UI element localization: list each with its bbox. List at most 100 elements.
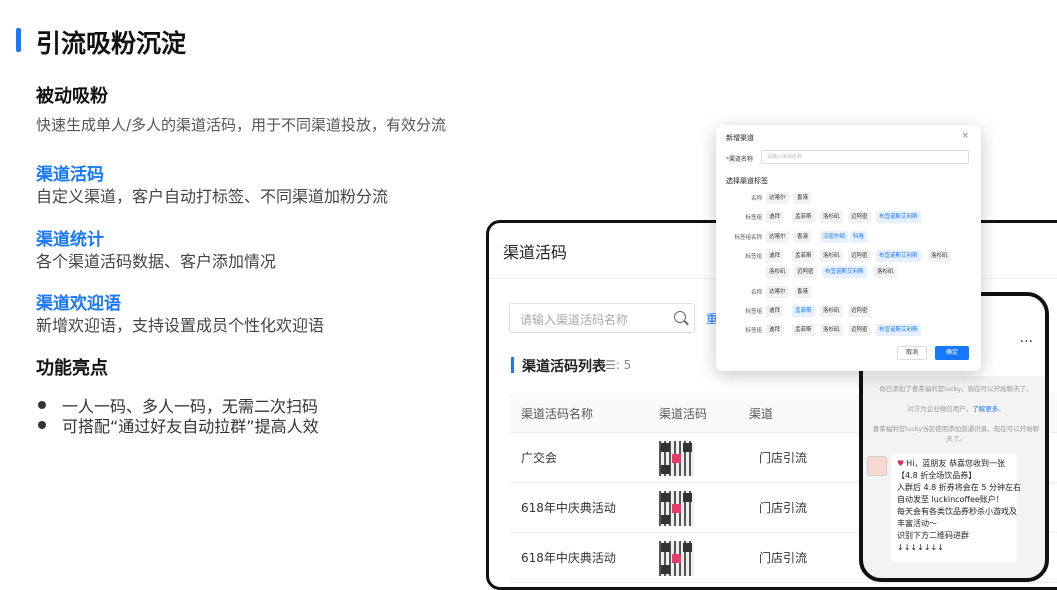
- row-name: 618年中庆典活动: [521, 501, 616, 515]
- tag-row: 名称 达喀尔 香港: [716, 192, 981, 205]
- add-channel-modal: 新增渠道 × 渠道名称 请输入渠道名称 选择渠道标签 名称达喀尔香港标签组迪拜孟…: [716, 125, 981, 371]
- tag-section-label: 选择渠道标签: [726, 177, 768, 185]
- feature-channel-qr-desc: 自定义渠道，客户自动打标签、不同渠道加粉分流: [36, 187, 389, 206]
- tag-chip[interactable]: 布宜诺斯艾利斯: [876, 250, 921, 262]
- search-input[interactable]: 请输入渠道活码名称: [509, 303, 695, 333]
- tag-chip[interactable]: 洛杉矶: [874, 266, 897, 278]
- tag-group-label: 标签组: [745, 309, 762, 315]
- list-title: 渠道活码列表: [522, 359, 606, 375]
- tag-chip[interactable]: 迈阿密: [848, 324, 871, 336]
- feature-channel-stats-title: 渠道统计: [36, 230, 104, 250]
- tag-chip[interactable]: 洛杉矶: [928, 250, 951, 262]
- confirm-button[interactable]: 确定: [935, 346, 969, 360]
- passive-desc: 快速生成单人/多人的渠道活码，用于不同渠道投放，有效分流: [36, 116, 447, 134]
- search-icon[interactable]: [674, 311, 686, 323]
- more-options-icon[interactable]: ...: [1020, 330, 1033, 346]
- tag-chip[interactable]: 洛杉矶: [820, 211, 843, 223]
- title-accent-bar: [16, 28, 21, 52]
- message-line: 自动发至 luckincoffee账户！: [897, 495, 1004, 504]
- tag-group-label: 标签组: [745, 215, 762, 221]
- tag-row: 名称 达喀尔 香港: [716, 286, 981, 299]
- tag-chip[interactable]: 洛杉矶: [766, 266, 789, 278]
- tag-chip[interactable]: 香港: [794, 231, 812, 243]
- highlight-item: 可搭配“通过好友自动拉群”提高人效: [38, 413, 319, 437]
- list-count: ☰: 5: [605, 358, 632, 372]
- tag-chip[interactable]: 洛杉矶: [820, 250, 843, 262]
- tag-group-label: 名称: [750, 196, 762, 202]
- close-icon[interactable]: ×: [961, 131, 969, 141]
- channel-name-input[interactable]: 请输入渠道名称: [761, 150, 969, 164]
- tag-chip[interactable]: 迈阿密: [848, 211, 871, 223]
- feature-welcome-desc: 新增欢迎语，支持设置成员个性化欢迎语: [36, 316, 325, 335]
- tag-chip[interactable]: 迈阿密: [848, 250, 871, 262]
- tag-row: 洛杉矶 迈阿密 布宜诺斯艾利斯 洛杉矶: [716, 266, 981, 279]
- tag-chip[interactable]: 迪拜: [766, 250, 784, 262]
- tag-row: 标签组 迪拜 孟菲斯 洛杉矶 迈阿密 布宜诺斯艾利斯 洛杉矶: [716, 250, 981, 263]
- system-message-text: 对方为企业微信用户，: [907, 405, 973, 413]
- channel-name-label: 渠道名称: [726, 154, 753, 163]
- tag-chip[interactable]: 汉密尔顿: [820, 231, 849, 243]
- highlight-text: 可搭配“通过好友自动拉群”提高人效: [62, 417, 319, 436]
- tag-chip[interactable]: 香港: [794, 192, 812, 204]
- tag-chip[interactable]: 达喀尔: [766, 192, 789, 204]
- tag-chip[interactable]: 布宜诺斯艾利斯: [876, 211, 921, 223]
- message-line: 入群后 4.8 折券将会在 5 分钟左右: [897, 483, 1021, 492]
- slide-title: 引流吸粉沉淀: [36, 29, 187, 58]
- tag-chip[interactable]: 迪拜: [766, 305, 784, 317]
- qr-code-icon[interactable]: [659, 441, 694, 476]
- avatar[interactable]: [867, 456, 887, 476]
- tag-chip[interactable]: 洛杉矶: [820, 324, 843, 336]
- column-header: 渠道: [749, 407, 774, 421]
- tag-chip[interactable]: 香港: [794, 286, 812, 298]
- message-line: 每天会有各类饮品券秒杀小游戏及: [897, 507, 1017, 516]
- tag-chip[interactable]: 孟菲斯: [792, 305, 815, 317]
- system-message: 喜茶福利官lucky当前使用添加到通讯录，现在可以开始聊天了。: [872, 425, 1040, 443]
- tag-group-label: 名称: [750, 290, 762, 296]
- row-channel: 门店引流: [759, 501, 808, 515]
- tag-row: 标签组 迪拜 孟菲斯 洛杉矶 迈阿密: [716, 305, 981, 318]
- tag-chip[interactable]: 迪拜: [766, 324, 784, 336]
- tag-chip[interactable]: 孟菲斯: [792, 250, 815, 262]
- tag-chip[interactable]: 科隆: [850, 231, 868, 243]
- tag-chip[interactable]: 达喀尔: [766, 286, 789, 298]
- bullet-dot-icon: [38, 421, 46, 429]
- feature-welcome-title: 渠道欢迎语: [36, 294, 121, 314]
- feature-channel-stats-desc: 各个渠道活码数据、客户添加情况: [36, 252, 277, 271]
- tag-chip[interactable]: 迈阿密: [794, 266, 817, 278]
- bullet-dot-icon: [38, 401, 46, 409]
- learn-more-link[interactable]: 了解更多: [972, 405, 998, 413]
- qr-code-icon[interactable]: [659, 491, 694, 526]
- tag-chip[interactable]: 布宜诺斯艾利斯: [822, 266, 867, 278]
- row-name: 618年中庆典活动: [521, 551, 616, 565]
- tag-chip[interactable]: 布宜诺斯艾利斯: [876, 324, 921, 336]
- message-line: 识别下方二维码进群: [897, 531, 969, 540]
- tag-row: 标签组 迪拜 孟菲斯 洛杉矶 迈阿密 布宜诺斯艾利斯: [716, 324, 981, 337]
- welcome-message-bubble: Hi，蓝朋友 恭喜您收到一张 【4.8 折全场饮品券】 入群后 4.8 折券将会…: [891, 454, 1021, 562]
- system-message: 对方为企业微信用户，了解更多。: [871, 404, 1041, 414]
- tag-group-label: 标签组名称: [734, 235, 762, 241]
- tag-chip[interactable]: 迪拜: [766, 211, 784, 223]
- message-line: 【4.8 折全场饮品券】: [897, 471, 977, 480]
- tag-chip[interactable]: 洛杉矶: [820, 305, 843, 317]
- tag-chip[interactable]: 孟菲斯: [792, 211, 815, 223]
- tag-chip[interactable]: 达喀尔: [766, 231, 789, 243]
- highlights-heading: 功能亮点: [36, 358, 108, 379]
- tag-chip[interactable]: 孟菲斯: [792, 324, 815, 336]
- row-channel: 门店引流: [759, 551, 808, 565]
- cancel-button[interactable]: 取消: [897, 346, 927, 360]
- tag-row: 标签组名称 达喀尔 香港 汉密尔顿 科隆: [716, 231, 981, 244]
- column-header: 渠道活码: [659, 407, 708, 421]
- tag-chip[interactable]: 迈阿密: [848, 305, 871, 317]
- list-accent-bar: [511, 357, 514, 373]
- tag-group-label: 标签组: [745, 254, 762, 260]
- passive-heading: 被动吸粉: [36, 86, 108, 107]
- message-line: Hi，蓝朋友 恭喜您收到一张: [897, 458, 1011, 470]
- feature-channel-qr-title: 渠道活码: [36, 165, 104, 185]
- message-line: ↓↓↓↓↓↓↓: [897, 543, 944, 552]
- channel-name-placeholder: 请输入渠道名称: [767, 154, 803, 160]
- system-message-text: 。: [998, 405, 1005, 413]
- modal-title: 新增渠道: [726, 134, 754, 142]
- tag-group-label: 标签组: [745, 328, 762, 334]
- qr-code-icon[interactable]: [659, 541, 694, 576]
- search-placeholder: 请输入渠道活码名称: [520, 313, 629, 327]
